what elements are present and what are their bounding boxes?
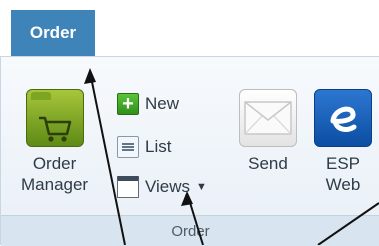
ribbon-panel: Order Manager + New List Views ▼ Send ES… (0, 56, 379, 246)
views-icon (117, 176, 139, 198)
list-button-label: List (145, 137, 172, 156)
esp-web-label-line1: ESP (325, 154, 361, 173)
new-button[interactable]: + New (117, 91, 179, 117)
esp-web-button[interactable]: ESP Web (314, 89, 372, 195)
send-button-label: Send (248, 154, 288, 173)
envelope-icon (239, 89, 297, 147)
esp-e-icon (314, 89, 372, 147)
order-manager-label-line2: Manager (21, 175, 89, 194)
views-dropdown-label: Views (145, 177, 191, 196)
list-button[interactable]: List (117, 134, 171, 160)
plus-icon: + (117, 93, 139, 115)
esp-web-label-line2: Web (325, 175, 361, 194)
order-manager-button[interactable]: Order Manager (21, 89, 88, 195)
list-icon (117, 136, 139, 158)
send-button[interactable]: Send (239, 89, 297, 174)
ribbon-tab-strip: Order (0, 0, 379, 56)
dropdown-caret-icon: ▼ (196, 181, 207, 193)
views-dropdown[interactable]: Views ▼ (117, 174, 207, 200)
order-manager-label-line1: Order (32, 154, 77, 173)
tab-order[interactable]: Order (11, 10, 95, 56)
new-button-label: New (145, 94, 180, 113)
ribbon-group-label: Order (1, 215, 379, 246)
cart-folder-icon (25, 89, 84, 147)
